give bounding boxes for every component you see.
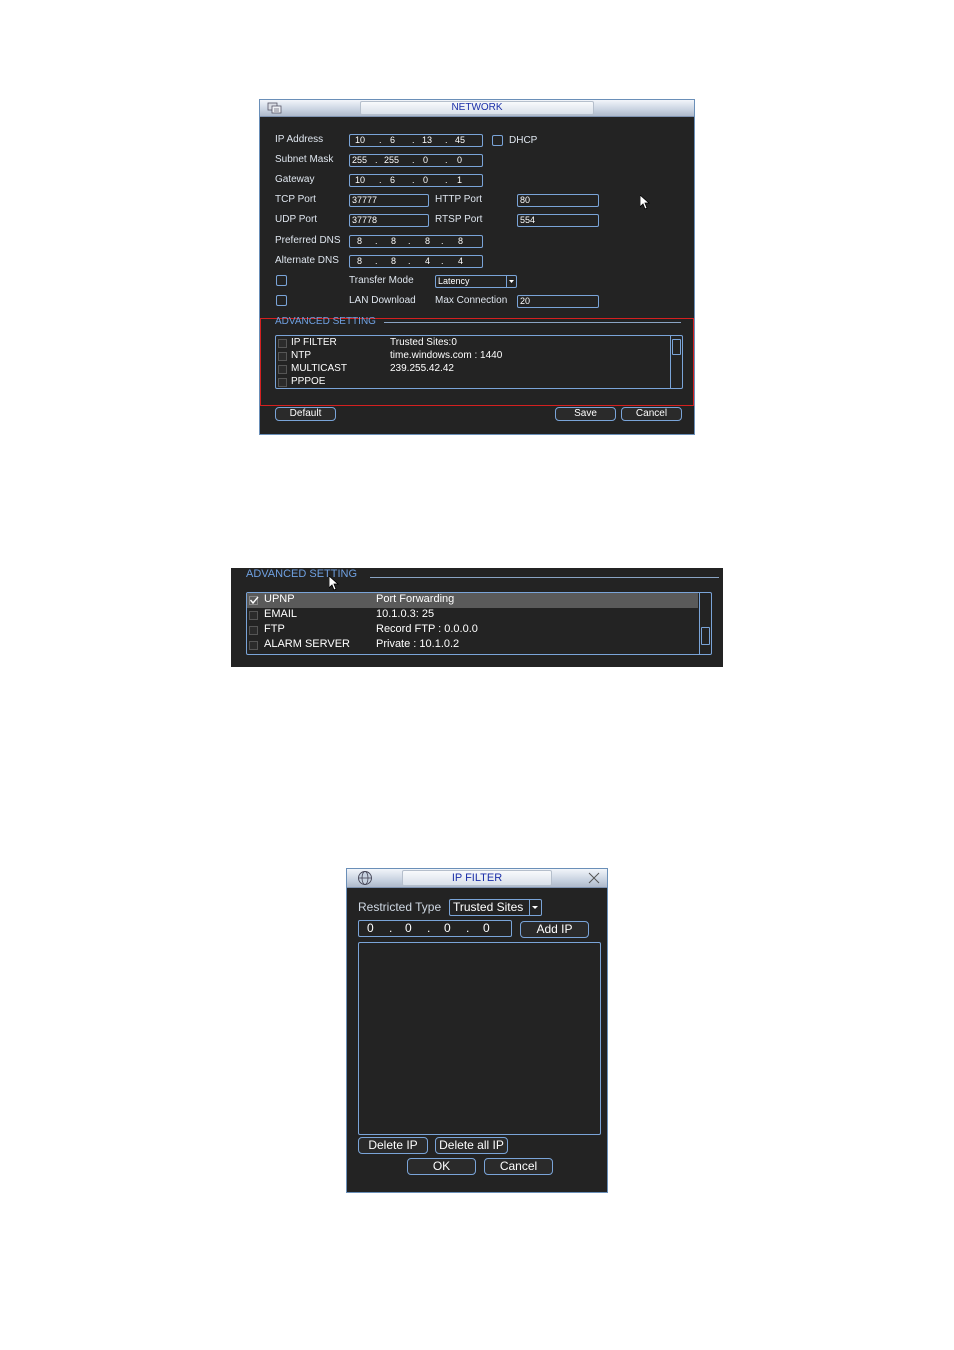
save-button[interactable]: Save [555,407,616,421]
subnet-mask-label: Subnet Mask [275,154,334,165]
ip-address-label: IP Address [275,134,324,145]
max-connection-label: Max Connection [435,295,508,306]
transfer-mode-checkbox[interactable] [276,275,287,286]
list-item[interactable]: FTP Record FTP : 0.0.0.0 [247,623,711,638]
preferred-dns-label: Preferred DNS [275,235,341,246]
add-ip-button[interactable]: Add IP [520,921,589,938]
alternate-dns-field[interactable]: 8 . 8 . 4 . 4 [349,255,483,268]
list-item[interactable]: NTP time.windows.com : 1440 [276,350,682,363]
transfer-mode-select[interactable]: Latency [435,275,517,288]
network-titlebar: NETWORK [260,100,694,117]
list-item[interactable]: UPNP Port Forwarding [247,593,698,608]
default-button[interactable]: Default [275,407,336,421]
checkmark-icon [249,595,259,608]
advanced-zoom-list: UPNP Port Forwarding EMAIL 10.1.0.3: 25 … [246,592,712,655]
delete-all-ip-button[interactable]: Delete all IP [435,1137,508,1154]
advanced-zoom-title: ADVANCED SETTING [246,568,358,580]
scrollbar-thumb[interactable] [701,627,710,645]
ip-list[interactable] [358,942,601,1135]
udp-port-field[interactable]: 37778 [349,214,429,227]
alternate-dns-label: Alternate DNS [275,255,339,266]
tcp-port-label: TCP Port [275,194,316,205]
restricted-type-label: Restricted Type [358,900,442,914]
row-checkbox[interactable] [278,365,287,374]
list-item[interactable]: MULTICAST 239.255.42.42 [276,363,682,376]
advanced-setting-title: ADVANCED SETTING [275,316,376,327]
chevron-down-icon [506,276,516,287]
ftp-checkbox[interactable] [249,626,258,635]
udp-port-label: UDP Port [275,214,318,225]
max-connection-field[interactable]: 20 [517,295,599,308]
list-item[interactable]: PPPOE [276,376,682,389]
close-icon[interactable] [588,871,600,889]
advanced-scrollbar[interactable] [670,336,682,388]
transfer-mode-label: Transfer Mode [349,275,414,286]
rtsp-port-field[interactable]: 554 [517,214,599,227]
subnet-mask-field[interactable]: 255 . 255 . 0 . 0 [349,154,483,167]
cancel-button[interactable]: Cancel [484,1158,553,1175]
ip-filter-title: IP FILTER [402,870,552,886]
chevron-down-icon [529,900,541,915]
ip-address-field[interactable]: 10 . 6 . 13 . 45 [349,134,483,147]
rtsp-port-label: RTSP Port [435,214,483,225]
lan-download-label: LAN Download [349,295,416,306]
http-port-label: HTTP Port [435,194,483,205]
network-globe-icon [355,870,375,891]
advanced-setting-list: IP FILTER Trusted Sites:0 NTP time.windo… [275,335,683,389]
alarm-server-checkbox[interactable] [249,641,258,650]
ip-input-field[interactable]: 0 . 0 . 0 . 0 [358,920,512,937]
network-settings-icon [267,101,283,120]
ok-button[interactable]: OK [407,1158,476,1175]
advanced-zoom-scrollbar[interactable] [699,593,711,654]
email-checkbox[interactable] [249,611,258,620]
advanced-zoom-divider [370,577,719,578]
advanced-setting-divider [384,322,681,323]
list-item[interactable]: ALARM SERVER Private : 10.1.0.2 [247,638,711,653]
gateway-field[interactable]: 10 . 6 . 0 . 1 [349,174,483,187]
http-port-field[interactable]: 80 [517,194,599,207]
row-checkbox[interactable] [278,339,287,348]
lan-download-checkbox[interactable] [276,295,287,306]
tcp-port-field[interactable]: 37777 [349,194,429,207]
row-checkbox[interactable] [278,378,287,387]
list-item[interactable]: IP FILTER Trusted Sites:0 [276,337,682,350]
list-item[interactable]: EMAIL 10.1.0.3: 25 [247,608,711,623]
advanced-setting-panel: ADVANCED SETTING UPNP Port Forwarding EM… [231,568,723,667]
ip-filter-dialog: IP FILTER Restricted Type Trusted Sites … [346,868,608,1193]
network-title: NETWORK [360,101,594,115]
gateway-label: Gateway [275,174,315,185]
preferred-dns-field[interactable]: 8 . 8 . 8 . 8 [349,235,483,248]
delete-ip-button[interactable]: Delete IP [358,1137,428,1154]
ip-filter-titlebar: IP FILTER [347,869,607,888]
cancel-button[interactable]: Cancel [621,407,682,421]
network-dialog: NETWORK IP Address Subnet Mask Gateway T… [259,99,695,435]
restricted-type-select[interactable]: Trusted Sites [449,899,542,916]
scrollbar-thumb[interactable] [672,339,681,355]
dhcp-checkbox[interactable] [492,135,503,146]
row-checkbox[interactable] [278,352,287,361]
dhcp-label: DHCP [509,135,538,146]
